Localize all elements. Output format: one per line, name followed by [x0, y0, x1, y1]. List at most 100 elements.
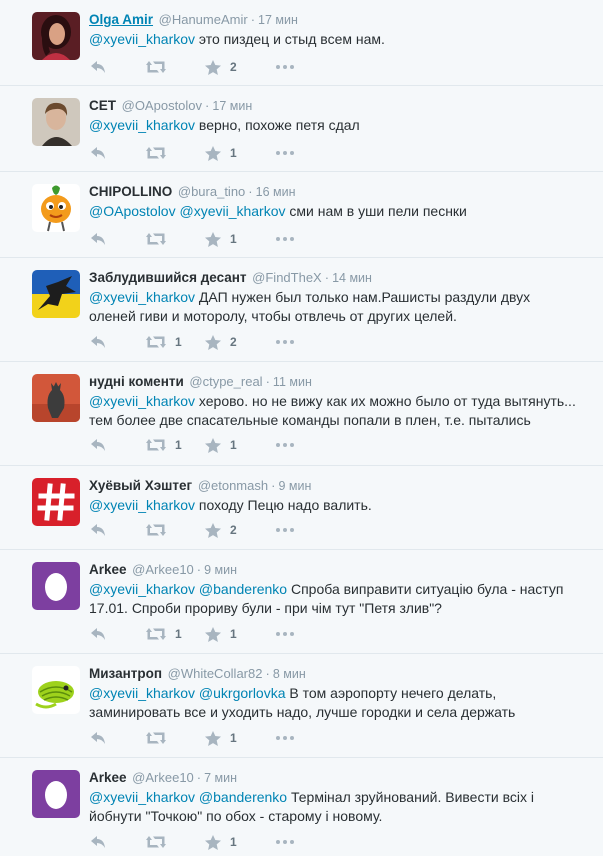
more-button[interactable]	[276, 624, 294, 644]
reply-button[interactable]	[91, 332, 105, 352]
mention-link[interactable]: @xyevii_kharkov	[179, 203, 285, 219]
tweet-time[interactable]: 8 мин	[273, 667, 306, 681]
reply-button[interactable]	[91, 728, 105, 748]
avatar[interactable]	[32, 666, 80, 714]
avatar[interactable]	[32, 270, 80, 318]
more-button[interactable]	[276, 229, 294, 249]
retweet-button[interactable]	[146, 57, 175, 77]
favorite-button[interactable]: 1	[205, 728, 237, 748]
more-button[interactable]	[276, 332, 294, 352]
tweet-time[interactable]: 7 мин	[204, 771, 237, 785]
mention-link[interactable]: @xyevii_kharkov	[89, 685, 195, 701]
retweet-icon	[146, 732, 166, 744]
favorite-button[interactable]: 1	[205, 229, 237, 249]
favorite-button[interactable]: 2	[205, 520, 237, 540]
reply-button[interactable]	[91, 229, 105, 249]
mention-link[interactable]: @OApostolov	[89, 203, 176, 219]
author-name[interactable]: Мизантроп	[89, 666, 162, 681]
mention-link[interactable]: @xyevii_kharkov	[89, 497, 195, 513]
retweet-button[interactable]: 1	[146, 624, 182, 644]
author-name[interactable]: Arkee	[89, 770, 127, 785]
author-handle[interactable]: @ctype_real	[189, 374, 262, 389]
tweet-time[interactable]: 17 мин	[258, 13, 298, 27]
reply-button[interactable]	[91, 143, 105, 163]
mention-link[interactable]: @banderenko	[199, 581, 287, 597]
avatar[interactable]	[32, 770, 80, 818]
retweet-button[interactable]	[146, 728, 175, 748]
author-handle[interactable]: @Arkee10	[132, 562, 194, 577]
retweet-button[interactable]	[146, 520, 175, 540]
mention-link[interactable]: @xyevii_kharkov	[89, 393, 195, 409]
avatar[interactable]	[32, 562, 80, 610]
mention-link[interactable]: @xyevii_kharkov	[89, 31, 195, 47]
more-button[interactable]	[276, 520, 294, 540]
tweet[interactable]: нудні коменти @ctype_real · 11 мин @xyevii…	[0, 362, 603, 466]
cat-photo-icon	[32, 374, 80, 422]
author-name[interactable]: нудні коменти	[89, 374, 184, 389]
tweet-time[interactable]: 14 мин	[332, 271, 372, 285]
favorite-button[interactable]: 1	[205, 435, 237, 455]
author-name[interactable]: СЕТ	[89, 98, 116, 113]
author-name[interactable]: Arkee	[89, 562, 127, 577]
reply-button[interactable]	[91, 624, 105, 644]
tweet[interactable]: CHIPOLLINO @bura_tino · 16 мин @OApostolov…	[0, 172, 603, 258]
mention-link[interactable]: @xyevii_kharkov	[89, 289, 195, 305]
reply-button[interactable]	[91, 832, 105, 852]
avatar[interactable]	[32, 478, 80, 526]
retweet-button[interactable]	[146, 229, 175, 249]
author-handle[interactable]: @WhiteCollar82	[168, 666, 263, 681]
tweet[interactable]: Arkee @Arkee10 · 7 мин @xyevii_kharkov @ba…	[0, 758, 603, 856]
author-handle[interactable]: @OApostolov	[122, 98, 202, 113]
more-button[interactable]	[276, 57, 294, 77]
tweet[interactable]: Заблудившийся десант @FindTheX · 14 мин @x…	[0, 258, 603, 362]
tweet-time[interactable]: 9 мин	[204, 563, 237, 577]
tweet-body: походу Пецю надо валить.	[195, 497, 372, 513]
more-button[interactable]	[276, 435, 294, 455]
favorite-button[interactable]: 2	[205, 332, 237, 352]
retweet-button[interactable]	[146, 832, 175, 852]
tweet-time[interactable]: 9 мин	[278, 479, 311, 493]
mention-link[interactable]: @xyevii_kharkov	[89, 117, 195, 133]
tweet[interactable]: СЕТ @OApostolov · 17 мин @xyevii_kharkov в…	[0, 86, 603, 172]
more-button[interactable]	[276, 143, 294, 163]
author-name[interactable]: Хуёвый Хэштег	[89, 478, 192, 493]
reply-button[interactable]	[91, 435, 105, 455]
mention-link[interactable]: @xyevii_kharkov	[89, 581, 195, 597]
author-handle[interactable]: @etonmash	[198, 478, 268, 493]
favorite-button[interactable]: 1	[205, 832, 237, 852]
tweet[interactable]: Olga Amir @HanumeAmir · 17 мин @xyevii_kha…	[0, 0, 603, 86]
more-button[interactable]	[276, 728, 294, 748]
tweet-time[interactable]: 17 мин	[212, 99, 252, 113]
avatar[interactable]	[32, 98, 80, 146]
favorite-button[interactable]: 1	[205, 624, 237, 644]
tweet-time[interactable]: 11 мин	[273, 375, 312, 389]
author-handle[interactable]: @bura_tino	[178, 184, 245, 199]
avatar[interactable]	[32, 12, 80, 60]
retweet-button[interactable]: 1	[146, 435, 182, 455]
tweet-text: @xyevii_kharkov @ukrgorlovka В том аэроп…	[89, 684, 579, 722]
more-button[interactable]	[276, 832, 294, 852]
author-handle[interactable]: @FindTheX	[252, 270, 322, 285]
favorite-button[interactable]: 1	[205, 143, 237, 163]
avatar[interactable]	[32, 184, 80, 232]
author-handle[interactable]: @Arkee10	[132, 770, 194, 785]
author-handle[interactable]: @HanumeAmir	[159, 12, 248, 27]
retweet-button[interactable]: 1	[146, 332, 182, 352]
reply-button[interactable]	[91, 57, 105, 77]
tweet[interactable]: Мизантроп @WhiteCollar82 · 8 мин @xyevii_k…	[0, 654, 603, 758]
author-name[interactable]: Olga Amir	[89, 12, 153, 27]
tweet-time[interactable]: 16 мин	[256, 185, 296, 199]
mention-link[interactable]: @banderenko	[199, 789, 287, 805]
mention-link[interactable]: @xyevii_kharkov	[89, 789, 195, 805]
more-dots-icon	[276, 736, 294, 740]
avatar[interactable]	[32, 374, 80, 422]
favorite-button[interactable]: 2	[205, 57, 237, 77]
mention-link[interactable]: @ukrgorlovka	[199, 685, 286, 701]
author-name[interactable]: CHIPOLLINO	[89, 184, 172, 199]
reply-button[interactable]	[91, 520, 105, 540]
author-name[interactable]: Заблудившийся десант	[89, 270, 247, 285]
tweet[interactable]: Хуёвый Хэштег @etonmash · 9 мин @xyevii_kh…	[0, 466, 603, 550]
retweet-button[interactable]	[146, 143, 175, 163]
tweet[interactable]: Arkee @Arkee10 · 9 мин @xyevii_kharkov @ba…	[0, 550, 603, 654]
tweet-header: Хуёвый Хэштег @etonmash · 9 мин	[89, 478, 312, 493]
